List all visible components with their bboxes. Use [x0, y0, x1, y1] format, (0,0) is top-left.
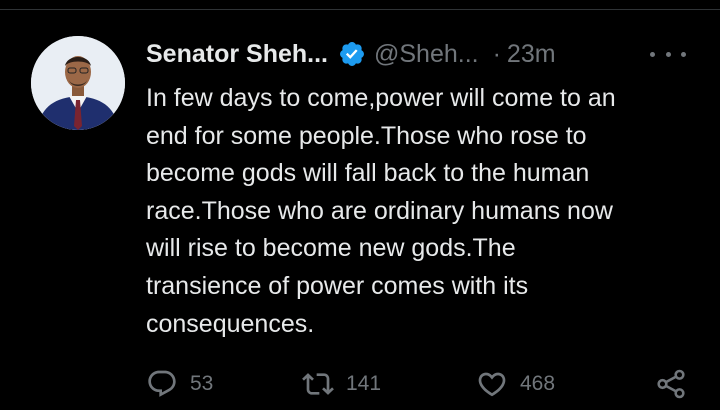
tweet-text-line: become gods will fall back to the human: [146, 159, 590, 188]
tweet-text-line: In few days to come,power will come to a…: [146, 84, 616, 112]
author-handle[interactable]: @Sheh...: [374, 40, 479, 69]
tweet-text-line: race.Those who are ordinary humans now: [146, 196, 613, 225]
share-button[interactable]: [654, 366, 688, 402]
like-button[interactable]: 468: [476, 366, 555, 402]
retweet-button[interactable]: 141: [302, 366, 381, 402]
tweet-text-line: will rise to become new gods.The: [146, 234, 516, 263]
avatar[interactable]: [31, 36, 125, 130]
reply-count: 53: [190, 372, 214, 395]
tweet-text-line: transience of power comes with its: [146, 271, 529, 300]
tweet-text-line: end for some people.Those who rose to: [146, 121, 587, 150]
more-horizontal-icon[interactable]: [650, 44, 686, 64]
separator-dot: ·: [492, 39, 501, 68]
avatar-image: [31, 36, 125, 130]
more-dot: [681, 51, 686, 57]
top-divider: [0, 9, 720, 10]
tweet-text: In few days to come,power will come to a…: [146, 80, 694, 343]
author-display-name[interactable]: Senator Sheh...: [146, 40, 328, 69]
more-dot: [665, 51, 671, 57]
heart-icon: [478, 372, 506, 397]
tweet-actions: 53 141 468: [146, 366, 691, 402]
reply-icon: [148, 370, 176, 397]
retweet-count: 141: [346, 372, 382, 395]
like-count: 468: [520, 372, 556, 395]
tweet-timestamp[interactable]: 23m: [507, 40, 556, 69]
share-icon: [657, 369, 685, 399]
tweet-text-line: consequences.: [146, 309, 315, 338]
reply-button[interactable]: 53: [146, 366, 213, 402]
retweet-icon: [302, 373, 334, 395]
more-dot: [650, 51, 655, 57]
tweet-header: Senator Sheh... @Sheh... · 23m: [146, 34, 556, 74]
verified-badge-icon: [338, 40, 366, 68]
